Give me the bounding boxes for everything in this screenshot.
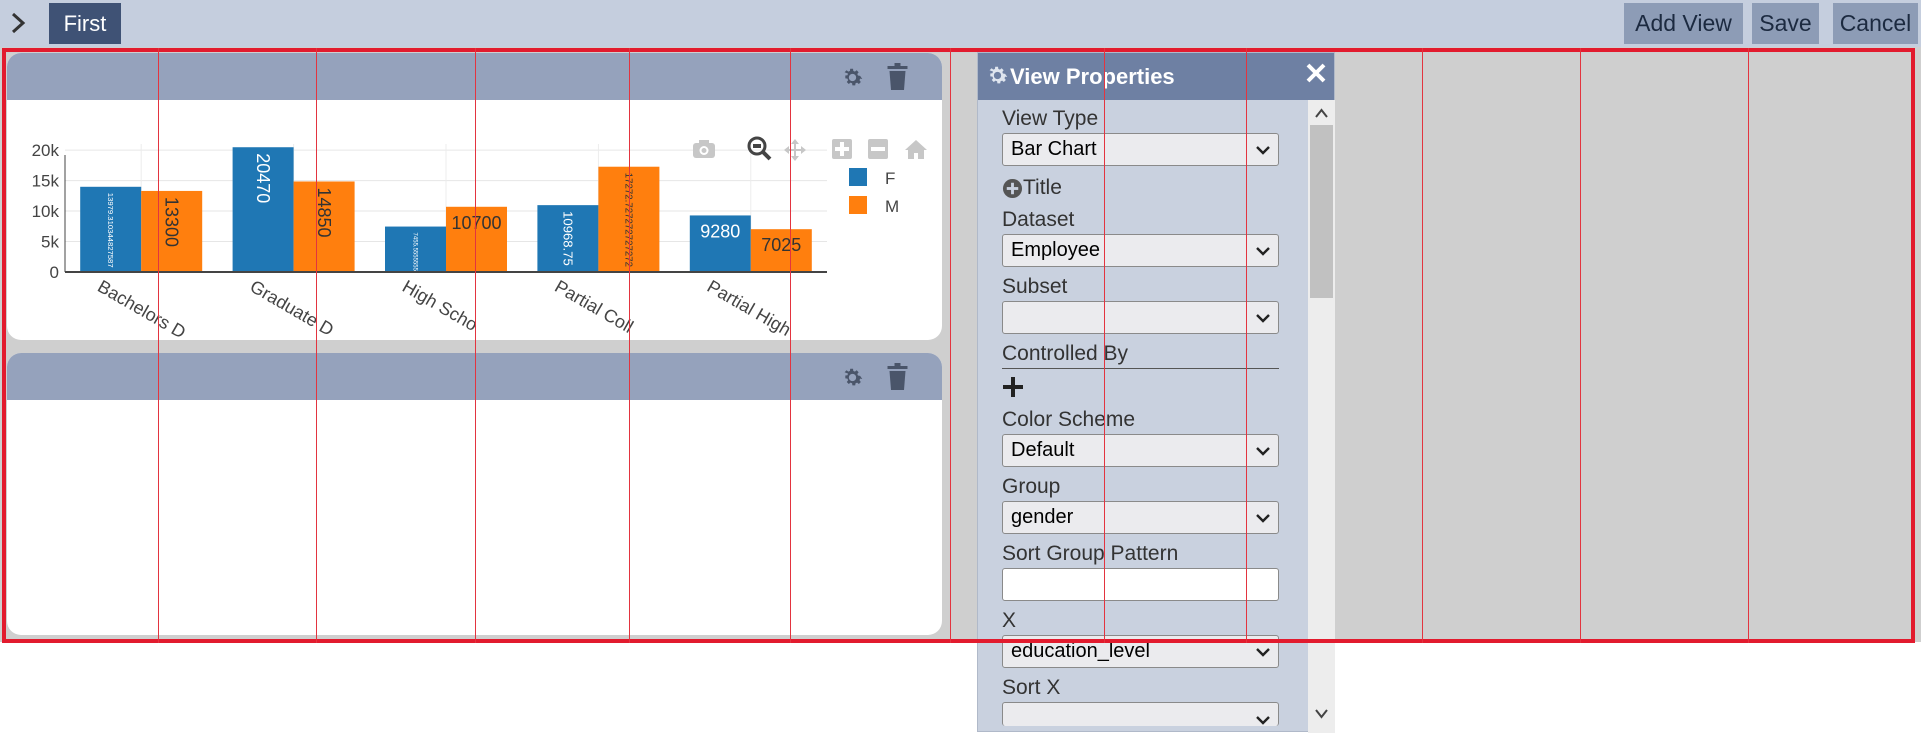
chevron-down-icon	[1256, 146, 1270, 155]
sort-x-label: Sort X	[1002, 676, 1061, 699]
view-properties-title: View Properties	[1010, 64, 1175, 89]
top-toolbar: First Add View Save Cancel	[0, 0, 1921, 47]
dataset-label: Dataset	[1002, 208, 1075, 231]
gear-icon[interactable]	[840, 365, 865, 390]
chevron-right-icon[interactable]	[8, 11, 28, 35]
x-value: education_level	[1011, 640, 1150, 662]
chevron-down-icon	[1256, 447, 1270, 456]
trash-icon[interactable]	[885, 363, 910, 391]
save-button[interactable]: Save	[1752, 3, 1819, 44]
sort-x-select[interactable]	[1002, 702, 1279, 726]
bar-value-label: 20470	[253, 153, 273, 203]
view-type-value: Bar Chart	[1011, 138, 1097, 160]
color-scheme-value: Default	[1011, 439, 1075, 461]
chart-view-header	[7, 53, 942, 100]
zoom-out-icon[interactable]	[868, 139, 888, 159]
bar-value-label: 9280	[700, 221, 740, 241]
title-toggle-label: Title	[1023, 176, 1062, 199]
chart-view-panel: 13979.310344827587 13300 20470 14850 7455.55…	[7, 53, 942, 340]
bar-value-label: 17272.727272727272	[623, 173, 634, 267]
x-tick-label: High Scho	[399, 276, 481, 335]
x-label: X	[1002, 609, 1017, 632]
plus-circle-icon	[1002, 178, 1023, 199]
bar-chart: 13979.310344827587 1330020470148507455.55…	[32, 136, 927, 340]
empty-view-panel	[7, 353, 942, 635]
chevron-down-icon	[1256, 648, 1270, 657]
cancel-button[interactable]: Cancel	[1833, 3, 1918, 44]
view-properties-panel: View Properties View Type Bar Chart Titl…	[977, 52, 1335, 733]
view-type-select[interactable]: Bar Chart	[1002, 133, 1279, 166]
legend-swatch-m[interactable]	[849, 196, 867, 214]
empty-view-header	[7, 353, 942, 400]
y-tick-label: 5k	[41, 233, 59, 252]
bar-value-label: 10700	[451, 213, 501, 233]
group-value: gender	[1011, 506, 1074, 528]
bar-value-label: 7025	[761, 235, 801, 255]
chevron-down-icon	[1256, 314, 1270, 323]
legend-label-f[interactable]: F	[885, 169, 895, 188]
scrollbar-thumb[interactable]	[1310, 125, 1333, 298]
chevron-down-icon	[1256, 716, 1270, 725]
controlled-by-divider	[1002, 368, 1279, 369]
trash-icon[interactable]	[885, 63, 910, 91]
bar-value-label: 10968.75	[560, 211, 575, 266]
color-scheme-label: Color Scheme	[1002, 408, 1136, 431]
subset-label: Subset	[1002, 275, 1068, 298]
scroll-up-icon[interactable]	[1314, 106, 1329, 121]
pan-icon[interactable]	[784, 139, 806, 161]
view-type-label: View Type	[1002, 107, 1099, 130]
chevron-down-icon	[1256, 247, 1270, 256]
properties-scrollbar[interactable]	[1308, 100, 1335, 733]
x-tick-label: Graduate D	[247, 276, 338, 340]
sort-group-pattern-label: Sort Group Pattern	[1002, 542, 1179, 565]
add-view-button[interactable]: Add View	[1624, 3, 1743, 44]
camera-icon[interactable]	[693, 140, 715, 158]
subset-select[interactable]	[1002, 301, 1279, 334]
x-tick-label: Partial Coll	[551, 276, 636, 337]
view-properties-header: View Properties	[978, 53, 1334, 100]
sort-group-pattern-input[interactable]	[1002, 568, 1279, 601]
y-tick-label: 20k	[32, 141, 60, 160]
y-tick-label: 0	[50, 263, 59, 282]
group-select[interactable]: gender	[1002, 501, 1279, 534]
bar-value-label: 13979.310344827587	[106, 193, 115, 268]
x-select[interactable]: education_level	[1002, 635, 1279, 668]
group-label: Group	[1002, 475, 1061, 498]
y-tick-label: 10k	[32, 202, 60, 221]
gear-icon	[989, 66, 1008, 84]
bar-value-label: 14850	[314, 187, 334, 237]
chevron-down-icon	[1256, 514, 1270, 523]
legend-label-m[interactable]: M	[885, 197, 899, 216]
legend-swatch-f[interactable]	[849, 168, 867, 186]
x-tick-label: Bachelors D	[94, 276, 189, 340]
x-tick-label: Partial High	[704, 276, 795, 340]
zoom-icon[interactable]	[747, 136, 772, 161]
dashboard-workspace: 13979.310344827587 13300 20470 14850 7455.55…	[0, 47, 1921, 642]
close-icon[interactable]	[1304, 61, 1328, 85]
scroll-down-icon[interactable]	[1314, 706, 1329, 721]
color-scheme-select[interactable]: Default	[1002, 434, 1279, 467]
home-icon[interactable]	[905, 140, 927, 159]
add-controller-icon[interactable]	[1002, 376, 1024, 398]
tab-first[interactable]: First	[49, 3, 121, 44]
zoom-in-icon[interactable]	[832, 139, 852, 159]
gear-icon[interactable]	[840, 65, 865, 90]
y-tick-label: 15k	[32, 172, 60, 191]
dataset-select[interactable]: Employee	[1002, 234, 1279, 267]
bar-value-label: 13300	[161, 197, 181, 247]
controlled-by-label: Controlled By	[1002, 342, 1129, 365]
dataset-value: Employee	[1011, 239, 1100, 261]
